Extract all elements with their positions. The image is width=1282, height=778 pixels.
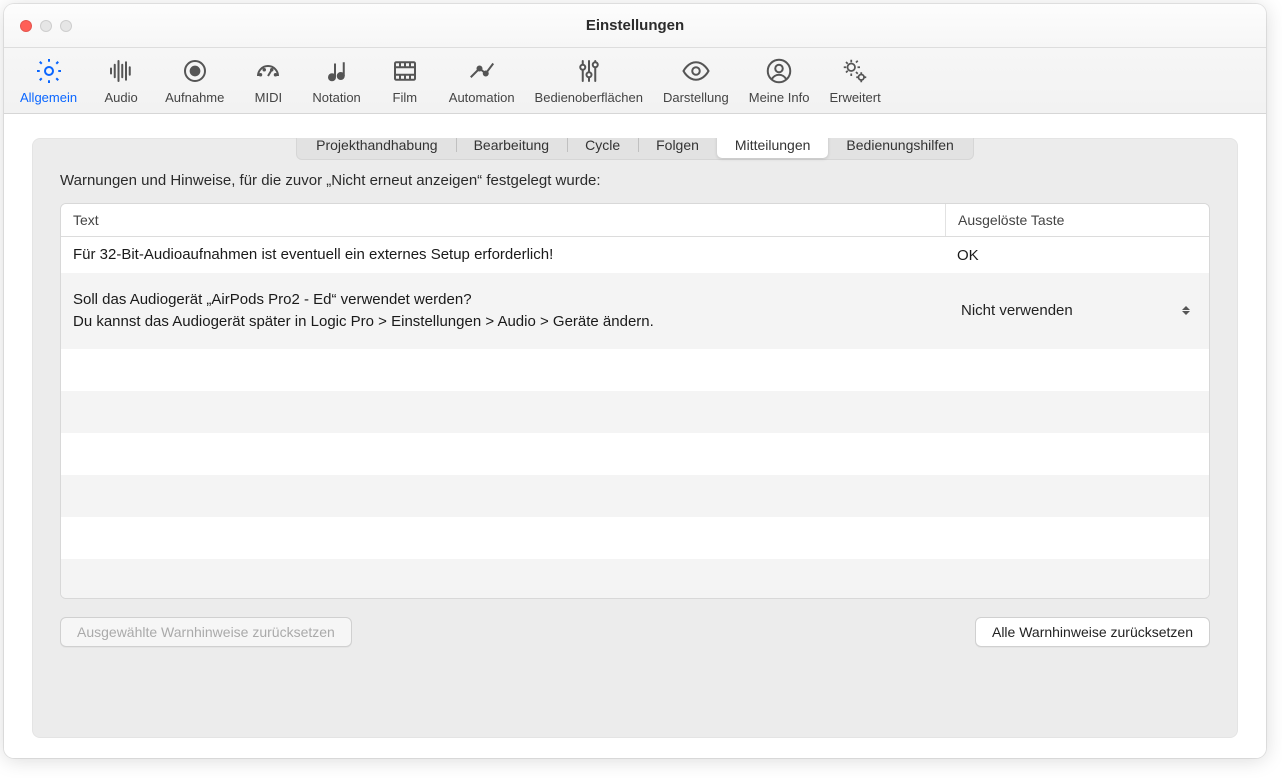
- table-row: [61, 475, 1209, 517]
- cell-action: OK: [945, 247, 1209, 264]
- toolbar-item-notation[interactable]: Notation: [302, 50, 370, 113]
- record-icon: [177, 56, 213, 86]
- table-header: Text Ausgelöste Taste: [61, 204, 1209, 237]
- toolbar-item-myinfo[interactable]: Meine Info: [739, 50, 820, 113]
- preferences-toolbar: Allgemein Audio Aufnahme: [4, 48, 1266, 114]
- cell-text: Für 32-Bit-Audioaufnahmen ist eventuell …: [61, 238, 945, 272]
- toolbar-item-display[interactable]: Darstellung: [653, 50, 739, 113]
- toolbar-label: Film: [393, 90, 418, 105]
- toolbar-label: Automation: [449, 90, 515, 105]
- toolbar-label: Aufnahme: [165, 90, 224, 105]
- cell-text: Soll das Audiogerät „AirPods Pro2 - Ed“ …: [61, 283, 945, 339]
- column-header-text[interactable]: Text: [61, 204, 945, 236]
- table-body[interactable]: Für 32-Bit-Audioaufnahmen ist eventuell …: [61, 237, 1209, 598]
- toolbar-item-automation[interactable]: Automation: [439, 50, 525, 113]
- updown-icon: [1177, 302, 1195, 320]
- column-header-action[interactable]: Ausgelöste Taste: [945, 204, 1209, 236]
- titlebar: Einstellungen: [4, 4, 1266, 48]
- table-row[interactable]: Für 32-Bit-Audioaufnahmen ist eventuell …: [61, 237, 1209, 273]
- toolbar-label: Meine Info: [749, 90, 810, 105]
- tab-follow[interactable]: Folgen: [638, 138, 717, 158]
- subtab-bar: Projekthandhabung Bearbeitung Cycle Folg…: [296, 138, 974, 160]
- film-icon: [387, 56, 423, 86]
- toolbar-label: Notation: [312, 90, 360, 105]
- tab-notifications[interactable]: Mitteilungen: [717, 138, 829, 158]
- footer-buttons: Ausgewählte Warnhinweise zurücksetzen Al…: [32, 599, 1238, 669]
- window-title: Einstellungen: [4, 17, 1266, 34]
- cell-action: Nicht verwenden: [945, 300, 1209, 322]
- table-row: [61, 391, 1209, 433]
- toolbar-label: Darstellung: [663, 90, 729, 105]
- preferences-window: Einstellungen Allgemein Audio: [4, 4, 1266, 758]
- table-row: [61, 559, 1209, 599]
- toolbar-item-surfaces[interactable]: Bedienoberflächen: [525, 50, 653, 113]
- action-popup[interactable]: Nicht verwenden: [957, 300, 1197, 322]
- content-pane: Projekthandhabung Bearbeitung Cycle Folg…: [4, 114, 1266, 758]
- reset-selected-button[interactable]: Ausgewählte Warnhinweise zurücksetzen: [60, 617, 352, 647]
- section-description: Warnungen und Hinweise, für die zuvor „N…: [32, 172, 1238, 203]
- table-row[interactable]: Soll das Audiogerät „AirPods Pro2 - Ed“ …: [61, 273, 1209, 349]
- tab-projecthandling[interactable]: Projekthandhabung: [298, 138, 455, 158]
- action-label: OK: [957, 247, 979, 264]
- tab-editing[interactable]: Bearbeitung: [456, 138, 568, 158]
- table-row: [61, 433, 1209, 475]
- toolbar-item-midi[interactable]: MIDI: [234, 50, 302, 113]
- toolbar-item-audio[interactable]: Audio: [87, 50, 155, 113]
- tab-cycle[interactable]: Cycle: [567, 138, 638, 158]
- toolbar-item-general[interactable]: Allgemein: [10, 50, 87, 113]
- gauge-icon: [250, 56, 286, 86]
- toolbar-label: Bedienoberflächen: [535, 90, 643, 105]
- table-row: [61, 517, 1209, 559]
- eye-icon: [678, 56, 714, 86]
- waveform-icon: [103, 56, 139, 86]
- reset-all-button[interactable]: Alle Warnhinweise zurücksetzen: [975, 617, 1210, 647]
- toolbar-label: Erweitert: [829, 90, 880, 105]
- sliders-icon: [571, 56, 607, 86]
- automation-icon: [464, 56, 500, 86]
- toolbar-label: MIDI: [255, 90, 282, 105]
- tab-accessibility[interactable]: Bedienungshilfen: [828, 138, 971, 158]
- toolbar-item-advanced[interactable]: Erweitert: [819, 50, 890, 113]
- toolbar-label: Audio: [104, 90, 137, 105]
- gear-icon: [31, 56, 67, 86]
- toolbar-label: Allgemein: [20, 90, 77, 105]
- toolbar-item-recording[interactable]: Aufnahme: [155, 50, 234, 113]
- notes-icon: [319, 56, 355, 86]
- toolbar-item-film[interactable]: Film: [371, 50, 439, 113]
- popup-value: Nicht verwenden: [961, 302, 1073, 319]
- person-circle-icon: [761, 56, 797, 86]
- table-row: [61, 349, 1209, 391]
- inner-panel: Projekthandhabung Bearbeitung Cycle Folg…: [32, 138, 1238, 738]
- gears-icon: [837, 56, 873, 86]
- suppressed-warnings-table: Text Ausgelöste Taste Für 32-Bit-Audioau…: [60, 203, 1210, 599]
